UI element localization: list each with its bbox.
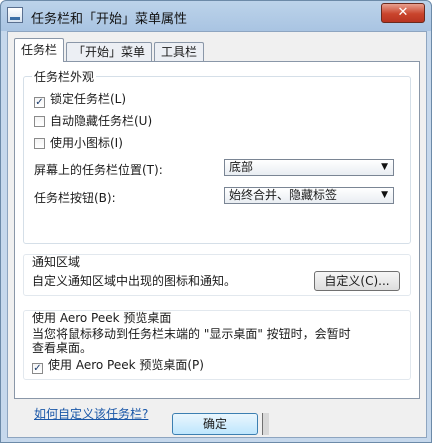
taskbar-buttons-select[interactable]: 始终合并、隐藏标签 ▼	[224, 187, 394, 204]
autohide-taskbar-label: 自动隐藏任务栏(U)	[50, 114, 153, 128]
small-icons-row[interactable]: 使用小图标(I)	[34, 135, 123, 151]
properties-window: 任务栏和「开始」菜单属性 ✕ 任务栏 「开始」菜单 工具栏 任务栏外观 ✓ 锁定任…	[0, 0, 432, 443]
aero-peek-label: 使用 Aero Peek 预览桌面(P)	[48, 358, 204, 372]
taskbar-app-icon	[7, 7, 23, 23]
taskbar-buttons-label: 任务栏按钮(B):	[34, 191, 116, 205]
aero-peek-group: 使用 Aero Peek 预览桌面 当您将鼠标移动到任务栏末端的 "显示桌面" …	[23, 310, 411, 380]
lock-taskbar-row[interactable]: ✓ 锁定任务栏(L)	[34, 91, 127, 108]
close-button[interactable]: ✕	[381, 3, 425, 23]
aero-peek-row[interactable]: ✓ 使用 Aero Peek 预览桌面(P)	[32, 357, 204, 374]
autohide-taskbar-checkbox[interactable]	[34, 116, 45, 127]
aero-peek-checkbox[interactable]: ✓	[32, 363, 43, 374]
customize-button[interactable]: 自定义(C)...	[314, 271, 400, 291]
notification-area-group: 通知区域 自定义通知区域中出现的图标和通知。 自定义(C)...	[23, 254, 411, 296]
taskbar-tab-panel: 任务栏外观 ✓ 锁定任务栏(L) 自动隐藏任务栏(U) 使用小图标(I) 屏幕上的…	[14, 61, 420, 399]
tab-start-menu[interactable]: 「开始」菜单	[66, 42, 153, 61]
lock-taskbar-label: 锁定任务栏(L)	[50, 92, 127, 106]
aero-peek-description-line2: 查看桌面。	[32, 341, 93, 355]
taskbar-appearance-group: 任务栏外观 ✓ 锁定任务栏(L) 自动隐藏任务栏(U) 使用小图标(I) 屏幕上的…	[23, 68, 411, 244]
tab-taskbar[interactable]: 任务栏	[14, 38, 65, 62]
taskbar-buttons-value: 始终合并、隐藏标签	[229, 188, 338, 202]
tab-toolbars[interactable]: 工具栏	[154, 42, 205, 61]
group-title-appearance: 任务栏外观	[32, 68, 97, 85]
group-title-aero-peek: 使用 Aero Peek 预览桌面	[32, 311, 172, 325]
lock-taskbar-checkbox[interactable]: ✓	[34, 97, 45, 108]
taskbar-location-select[interactable]: 底部 ▼	[224, 159, 394, 176]
small-icons-label: 使用小图标(I)	[50, 136, 123, 150]
small-icons-checkbox[interactable]	[34, 138, 45, 149]
ok-button[interactable]: 确定	[172, 413, 258, 435]
taskbar-location-label: 屏幕上的任务栏位置(T):	[34, 163, 163, 177]
notification-description: 自定义通知区域中出现的图标和通知。	[32, 274, 237, 288]
help-link[interactable]: 如何自定义该任务栏?	[34, 405, 148, 422]
dialog-client-area: 任务栏 「开始」菜单 工具栏 任务栏外观 ✓ 锁定任务栏(L) 自动隐藏任务栏(U…	[7, 31, 427, 438]
window-title: 任务栏和「开始」菜单属性	[31, 12, 188, 27]
autohide-taskbar-row[interactable]: 自动隐藏任务栏(U)	[34, 113, 152, 129]
chevron-down-icon: ▼	[381, 162, 388, 172]
taskbar-location-value: 底部	[229, 160, 254, 174]
title-bar[interactable]: 任务栏和「开始」菜单属性 ✕	[1, 1, 431, 31]
group-title-notification: 通知区域	[32, 255, 81, 269]
cancel-button-edge[interactable]	[262, 413, 269, 435]
chevron-down-icon: ▼	[381, 190, 388, 200]
